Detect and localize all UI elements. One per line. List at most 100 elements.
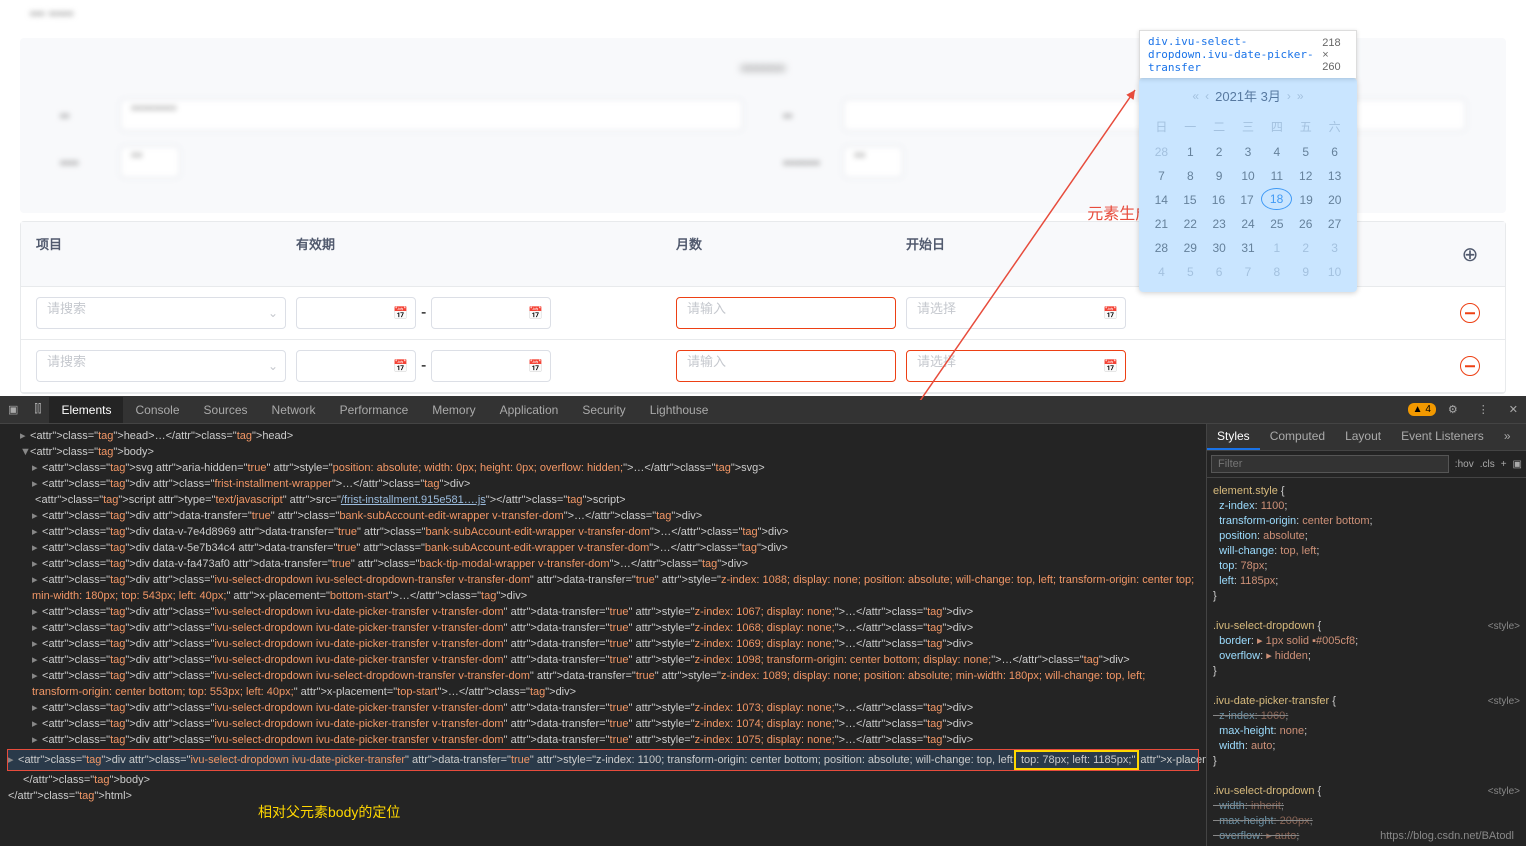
date-cell[interactable]: 1 (1262, 236, 1291, 260)
prev-month-icon[interactable]: ‹ (1205, 89, 1209, 103)
date-cell[interactable]: 20 (1320, 188, 1349, 212)
dom-node[interactable]: ▸<attr">class="tag">div attr">class="ivu… (8, 620, 1198, 636)
dom-node[interactable]: ▸<attr">class="tag">div data-v-5e7b34c4 … (8, 540, 1198, 556)
devtools-tab[interactable]: Memory (420, 397, 487, 423)
styles-rules[interactable]: element.style { z-index: 1100; transform… (1207, 478, 1526, 846)
styles-tab[interactable]: Layout (1335, 424, 1391, 450)
date-cell[interactable]: 27 (1320, 212, 1349, 236)
next-month-icon[interactable]: › (1287, 89, 1291, 103)
dom-node[interactable]: ▸<attr">class="tag">head>…</attr">class=… (8, 428, 1198, 444)
date-cell[interactable]: 31 (1234, 236, 1263, 260)
date-cell[interactable]: 3 (1320, 236, 1349, 260)
date-cell[interactable]: 22 (1176, 212, 1205, 236)
startday-select[interactable]: 请选择 (906, 297, 1126, 329)
date-cell[interactable]: 4 (1262, 140, 1291, 164)
date-cell[interactable]: 29 (1176, 236, 1205, 260)
months-input[interactable]: 请输入 (676, 297, 896, 329)
date-cell[interactable]: 4 (1147, 260, 1176, 284)
devtools-tab[interactable]: Sources (192, 397, 260, 423)
dom-node[interactable]: </attr">class="tag">html> (8, 788, 1198, 804)
date-cell[interactable]: 2 (1291, 236, 1320, 260)
startday-select[interactable]: 请选择 (906, 350, 1126, 382)
date-cell[interactable]: 28 (1147, 140, 1176, 164)
datepicker-title[interactable]: 2021年 3月 (1215, 86, 1281, 105)
dom-node[interactable]: ▸<attr">class="tag">div attr">class="ivu… (8, 668, 1198, 700)
date-cell[interactable]: 13 (1320, 164, 1349, 188)
dom-node[interactable]: ▸<attr">class="tag">div attr">class="ivu… (8, 636, 1198, 652)
date-cell[interactable]: 10 (1320, 260, 1349, 284)
dom-node[interactable]: ▸<attr">class="tag">div attr">class="ivu… (8, 604, 1198, 620)
computed-toggle-icon[interactable]: ▣ (1513, 459, 1522, 470)
date-cell[interactable]: 7 (1234, 260, 1263, 284)
devtools-tab[interactable]: Network (260, 397, 328, 423)
devtools-tab[interactable]: Application (488, 397, 571, 423)
cls-toggle[interactable]: .cls (1480, 459, 1495, 470)
prev-year-icon[interactable]: « (1192, 89, 1199, 103)
date-cell[interactable]: 2 (1205, 140, 1234, 164)
date-cell[interactable]: 12 (1291, 164, 1320, 188)
date-cell[interactable]: 19 (1292, 188, 1321, 212)
dom-node[interactable]: ▸<attr">class="tag">div attr">class="ivu… (8, 700, 1198, 716)
hov-toggle[interactable]: :hov (1455, 459, 1474, 470)
styles-tab[interactable]: Computed (1260, 424, 1335, 450)
date-cell[interactable]: 24 (1234, 212, 1263, 236)
more-icon[interactable]: ⋮ (1470, 397, 1497, 422)
devtools-tab[interactable]: Performance (328, 397, 421, 423)
date-cell[interactable]: 15 (1176, 188, 1205, 212)
date-cell[interactable]: 21 (1147, 212, 1176, 236)
dom-node[interactable]: <attr">class="tag">script attr">type="te… (8, 492, 1198, 508)
date-cell[interactable]: 3 (1234, 140, 1263, 164)
date-cell[interactable]: 14 (1147, 188, 1176, 212)
project-select[interactable]: 请搜索 (36, 350, 286, 382)
dom-node[interactable]: ▸<attr">class="tag">div data-v-7e4d8969 … (8, 524, 1198, 540)
date-cell[interactable]: 17 (1233, 188, 1262, 212)
warnings-badge[interactable]: ▲ 4 (1408, 403, 1436, 416)
months-input[interactable]: 请输入 (676, 350, 896, 382)
add-row-button[interactable]: ⊕ (1450, 234, 1490, 274)
devtools-tab[interactable]: Lighthouse (638, 397, 721, 423)
styles-tab[interactable]: Styles (1207, 424, 1260, 450)
date-cell[interactable]: 6 (1320, 140, 1349, 164)
devtools-tab[interactable]: Elements (49, 397, 123, 423)
date-cell[interactable]: 8 (1176, 164, 1205, 188)
date-cell[interactable]: 9 (1205, 164, 1234, 188)
date-cell[interactable]: 5 (1176, 260, 1205, 284)
elements-tree[interactable]: ▸<attr">class="tag">head>…</attr">class=… (0, 424, 1206, 846)
date-cell[interactable]: 26 (1291, 212, 1320, 236)
date-cell[interactable]: 10 (1234, 164, 1263, 188)
date-cell[interactable]: 16 (1204, 188, 1233, 212)
dom-node[interactable]: ▸<attr">class="tag">div attr">class="ivu… (8, 750, 1198, 770)
date-cell[interactable]: 7 (1147, 164, 1176, 188)
text-input[interactable]: ▪▪ (843, 146, 903, 178)
date-cell[interactable]: 6 (1205, 260, 1234, 284)
styles-filter-input[interactable] (1211, 455, 1449, 473)
devtools-tab[interactable]: Console (123, 397, 191, 423)
date-cell[interactable]: 5 (1291, 140, 1320, 164)
remove-row-button[interactable] (1460, 356, 1480, 376)
dom-node[interactable]: ▸<attr">class="tag">svg attr">aria-hidde… (8, 460, 1198, 476)
text-input[interactable]: ▪▪▪▪▪▪▪▪ (120, 99, 743, 131)
date-cell[interactable]: 11 (1262, 164, 1291, 188)
date-cell[interactable]: 1 (1176, 140, 1205, 164)
next-year-icon[interactable]: » (1297, 89, 1304, 103)
remove-row-button[interactable] (1460, 303, 1480, 323)
device-icon[interactable]: ⫿⫿ (26, 397, 49, 422)
date-cell[interactable]: 9 (1291, 260, 1320, 284)
styles-tab[interactable]: Event Listeners (1391, 424, 1494, 450)
dom-node[interactable]: ▼<attr">class="tag">body> (8, 444, 1198, 460)
settings-icon[interactable]: ⚙ (1440, 397, 1466, 422)
date-cell[interactable]: 28 (1147, 236, 1176, 260)
project-select[interactable]: 请搜索 (36, 297, 286, 329)
inspect-icon[interactable]: ▣ (0, 397, 26, 422)
new-rule-icon[interactable]: + (1501, 459, 1507, 470)
dom-node[interactable]: ▸<attr">class="tag">div attr">class="fri… (8, 476, 1198, 492)
date-cell[interactable]: 30 (1205, 236, 1234, 260)
close-icon[interactable]: ✕ (1501, 397, 1526, 422)
dom-node[interactable]: </attr">class="tag">body> (8, 772, 1198, 788)
devtools-tab[interactable]: Security (570, 397, 637, 423)
dom-node[interactable]: ▸<attr">class="tag">div attr">class="ivu… (8, 716, 1198, 732)
dom-node[interactable]: ▸<attr">class="tag">div attr">data-trans… (8, 508, 1198, 524)
text-input[interactable]: ▪▪ (120, 146, 180, 178)
more-tabs-icon[interactable]: » (1494, 424, 1521, 450)
date-cell[interactable]: 25 (1262, 212, 1291, 236)
